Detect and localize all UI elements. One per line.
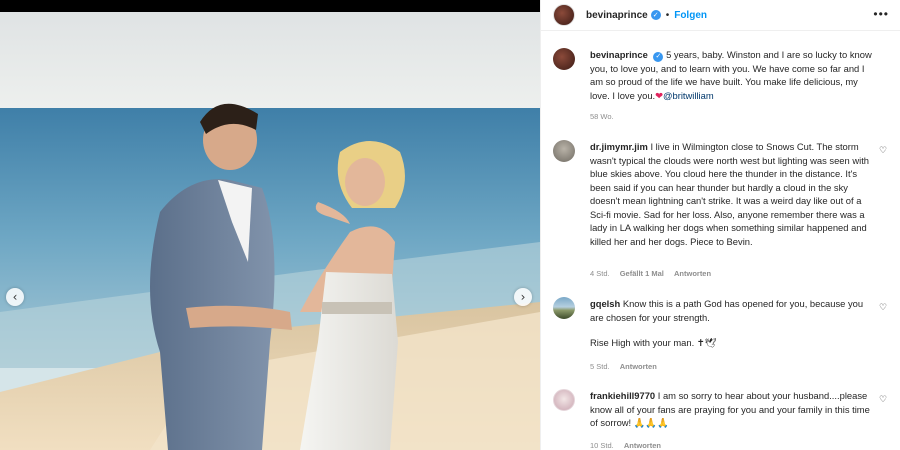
commenter-avatar[interactable]	[553, 389, 575, 411]
next-photo-button[interactable]: ›	[514, 288, 532, 306]
commenter-avatar[interactable]	[553, 297, 575, 319]
heart-emoji: ❤	[655, 89, 663, 101]
comment-body: frankiehill9770 I am so sorry to hear ab…	[590, 389, 875, 430]
caption-time[interactable]: 58 Wo.	[590, 112, 614, 121]
comment-time[interactable]: 4 Std.	[590, 269, 610, 278]
caption-username[interactable]: bevinaprince	[590, 49, 648, 60]
post-side-panel: bevinaprince ✓ • Folgen ••• bevinaprince…	[540, 0, 900, 450]
author-avatar[interactable]	[553, 4, 575, 26]
beach-wedding-photo	[0, 12, 540, 450]
comment-likes[interactable]: Gefällt 1 Mal	[620, 269, 664, 278]
like-comment-heart-icon[interactable]: ♡	[879, 395, 889, 405]
comment-meta: 10 Std. Antworten	[590, 441, 669, 450]
like-comment-heart-icon[interactable]: ♡	[879, 146, 889, 156]
reply-button[interactable]: Antworten	[620, 362, 657, 371]
comment-item: gqelsh Know this is a path God has opene…	[553, 297, 889, 377]
comment-username[interactable]: dr.jimymr.jim	[590, 141, 648, 152]
separator-dot: •	[665, 9, 670, 21]
caption-body: bevinaprince ✓ 5 years, baby. Winston an…	[590, 48, 880, 102]
caption-avatar[interactable]	[553, 48, 575, 70]
comment-item: dr.jimymr.jim I live in Wilmington close…	[553, 140, 889, 285]
follow-button[interactable]: Folgen	[674, 10, 707, 21]
reply-button[interactable]: Antworten	[624, 441, 661, 450]
caption-mention[interactable]: @britwilliam	[663, 90, 714, 101]
post-photo[interactable]: ‹ ›	[0, 12, 540, 450]
previous-photo-button[interactable]: ‹	[6, 288, 24, 306]
chevron-right-icon: ›	[520, 290, 526, 304]
photo-top-bar	[0, 0, 540, 12]
comment-time[interactable]: 10 Std.	[590, 441, 614, 450]
caption-meta: 58 Wo.	[590, 112, 622, 121]
verified-badge-icon: ✓	[650, 10, 661, 20]
author-username[interactable]: bevinaprince	[586, 10, 648, 21]
comment-text: I live in Wilmington close to Snows Cut.…	[590, 141, 870, 247]
chevron-left-icon: ‹	[12, 290, 18, 304]
reply-button[interactable]: Antworten	[674, 269, 711, 278]
comment-username[interactable]: gqelsh	[590, 298, 620, 309]
commenter-avatar[interactable]	[553, 140, 575, 162]
comment-body: gqelsh Know this is a path God has opene…	[590, 297, 875, 350]
comment-meta: 5 Std. Antworten	[590, 362, 665, 371]
header-divider	[541, 30, 900, 31]
like-comment-heart-icon[interactable]: ♡	[879, 303, 889, 313]
comment-username[interactable]: frankiehill9770	[590, 390, 655, 401]
comment-body: dr.jimymr.jim I live in Wilmington close…	[590, 140, 875, 248]
comment-item: frankiehill9770 I am so sorry to hear ab…	[553, 389, 889, 450]
comment-time[interactable]: 5 Std.	[590, 362, 610, 371]
comment-text: Know this is a path God has opened for y…	[590, 298, 864, 323]
comment-meta: 4 Std. Gefällt 1 Mal Antworten	[590, 269, 719, 278]
verified-badge-icon: ✓	[653, 51, 664, 62]
caption: bevinaprince ✓ 5 years, baby. Winston an…	[553, 48, 889, 128]
post-header: bevinaprince ✓ • Folgen •••	[541, 0, 900, 30]
comment-text-second: Rise High with your man. ✝🕊	[590, 337, 717, 348]
more-options-icon[interactable]: •••	[873, 7, 889, 21]
